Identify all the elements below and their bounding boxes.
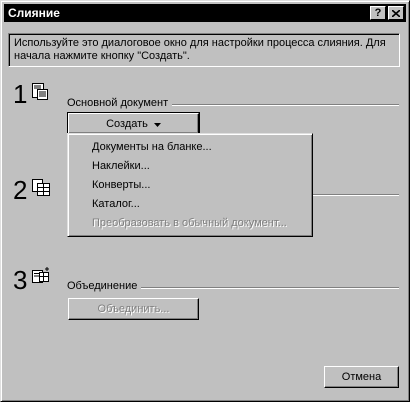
create-button-label: Создать xyxy=(106,117,148,130)
create-button[interactable]: Создать xyxy=(67,112,200,135)
chevron-down-icon xyxy=(153,118,161,130)
help-button[interactable]: ? xyxy=(370,6,386,20)
mail-merge-dialog: Слияние ? Используйте это диалоговое окн… xyxy=(0,0,410,402)
data-source-icon xyxy=(32,179,50,200)
close-icon xyxy=(392,9,400,17)
instructions-text: Используйте это диалоговое окно для наст… xyxy=(8,33,400,67)
close-button[interactable] xyxy=(388,6,404,20)
step-3-label: Объединение xyxy=(67,280,142,292)
window-title: Слияние xyxy=(8,6,60,20)
main-document-icon xyxy=(32,83,48,104)
merge-button[interactable]: Объединить... xyxy=(68,298,199,320)
cancel-button[interactable]: Отмена xyxy=(324,366,399,388)
step-3-number: 3 xyxy=(13,265,28,295)
menu-item-form-letters[interactable]: Документы на бланке... xyxy=(68,138,312,157)
menu-item-catalog[interactable]: Каталог... xyxy=(68,195,312,214)
title-bar: Слияние ? xyxy=(4,4,406,22)
menu-item-labels[interactable]: Наклейки... xyxy=(68,157,312,176)
help-icon: ? xyxy=(374,6,382,19)
step-1-label: Основной документ xyxy=(67,97,173,109)
menu-item-convert-normal: Преобразовать в обычный документ... xyxy=(92,217,287,229)
create-dropdown-menu: Документы на бланке... Наклейки... Конве… xyxy=(67,133,313,237)
merge-icon xyxy=(32,267,50,288)
menu-item-envelopes[interactable]: Конверты... xyxy=(68,176,312,195)
step-2-number: 2 xyxy=(13,175,28,205)
step-1-number: 1 xyxy=(13,79,28,109)
